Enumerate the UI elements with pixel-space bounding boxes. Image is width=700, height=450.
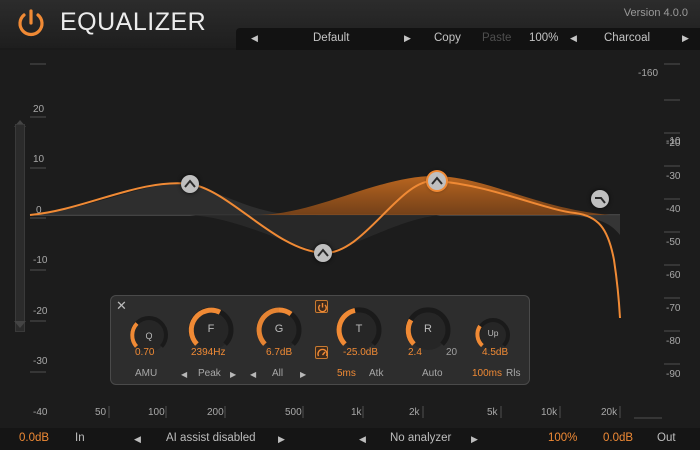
right-scale-label: -90 — [666, 369, 681, 380]
input-label: In — [75, 432, 85, 444]
left-scale-label: 0 — [36, 205, 42, 216]
preset-name[interactable]: Default — [313, 32, 349, 44]
ai-prev-arrow-icon[interactable]: ◀ — [134, 434, 141, 445]
zoom-level[interactable]: 100% — [529, 32, 558, 44]
band-2-handle[interactable] — [314, 244, 332, 262]
ai-next-arrow-icon[interactable]: ▶ — [278, 434, 285, 445]
gain-letter: G — [274, 323, 284, 335]
left-scale-label: -30 — [33, 356, 48, 367]
freq-label: 2k — [409, 407, 420, 418]
right-scale-label: -50 — [666, 237, 681, 248]
gain-value[interactable]: 6.7dB — [266, 347, 292, 358]
freq-label: 500 — [285, 407, 302, 418]
theme-name[interactable]: Charcoal — [604, 32, 650, 44]
ratio-max-label: 20 — [446, 347, 458, 358]
theme-prev-arrow-icon[interactable]: ◀ — [570, 33, 577, 44]
app-title: EQUALIZER — [60, 8, 207, 36]
band-panel: ✕ Q 0.70 AMU F 2394Hz ◀ Peak ▶ G 6.7dB ◀ — [110, 295, 530, 385]
freq-label: 10k — [541, 407, 558, 418]
peak-shape-icon — [317, 248, 329, 257]
right-scale-label: -40 — [666, 204, 681, 215]
preset-prev-arrow-icon[interactable]: ◀ — [251, 33, 258, 44]
dynamics-gauge-icon[interactable] — [315, 346, 328, 359]
frequency-letter: F — [207, 323, 215, 335]
dynamics-power-icon[interactable] — [315, 300, 328, 313]
channel-next-arrow-icon[interactable]: ▶ — [300, 370, 306, 379]
power-icon[interactable] — [15, 8, 47, 38]
theme-next-arrow-icon[interactable]: ▶ — [682, 33, 689, 44]
band-1-handle[interactable] — [181, 175, 199, 193]
output-label: Out — [657, 432, 676, 444]
ai-assist-status[interactable]: AI assist disabled — [166, 432, 256, 444]
paste-button[interactable]: Paste — [482, 32, 511, 44]
peak-shape-icon — [431, 176, 443, 185]
preset-next-arrow-icon[interactable]: ▶ — [404, 33, 411, 44]
attack-label: Atk — [369, 368, 384, 379]
left-scale-label: 10 — [33, 154, 45, 165]
range-slider[interactable] — [15, 124, 25, 332]
copy-button[interactable]: Copy — [434, 32, 461, 44]
channel-mode[interactable]: All — [272, 368, 283, 379]
filter-mode[interactable]: Peak — [198, 368, 221, 379]
freq-label: 200 — [207, 407, 224, 418]
band-4-handle[interactable] — [591, 190, 609, 208]
right-scale-label: -70 — [666, 303, 681, 314]
band-3-handle-selected[interactable] — [428, 172, 446, 190]
input-gain-value[interactable]: 0.0dB — [19, 432, 49, 444]
mode-prev-arrow-icon[interactable]: ◀ — [181, 370, 187, 379]
output-gain-value[interactable]: 0.0dB — [603, 432, 633, 444]
left-scale-label: -10 — [33, 255, 48, 266]
q-value[interactable]: 0.70 — [135, 347, 154, 358]
header: EQUALIZER Version 4.0.0 ◀ Default ▶ Copy… — [0, 0, 700, 50]
upward-value[interactable]: 4.5dB — [482, 347, 508, 358]
q-letter: Q — [145, 331, 153, 341]
range-down-arrow-icon[interactable] — [14, 321, 26, 328]
analyzer-prev-arrow-icon[interactable]: ◀ — [359, 434, 366, 445]
mix-value[interactable]: 100% — [548, 432, 577, 444]
freq-label: 1k — [351, 407, 362, 418]
right-scale-label: -30 — [666, 171, 681, 182]
footer: 0.0dB In ◀ AI assist disabled ▶ ◀ No ana… — [0, 428, 700, 450]
peak-shape-icon — [184, 179, 196, 188]
right-scale-label: -80 — [666, 336, 681, 347]
threshold-letter: T — [355, 323, 363, 335]
analyzer-mode[interactable]: No analyzer — [390, 432, 451, 444]
upward-letter: Up — [487, 328, 499, 338]
analyzer-next-arrow-icon[interactable]: ▶ — [471, 434, 478, 445]
right-scale-label: -20 — [666, 138, 681, 149]
high-cut-shape-icon — [595, 197, 606, 204]
band-1-area — [30, 183, 320, 216]
freq-label: 20k — [601, 407, 618, 418]
right-scale-label: -160 — [638, 68, 659, 79]
channel-prev-arrow-icon[interactable]: ◀ — [250, 370, 256, 379]
preset-bar: ◀ Default ▶ Copy Paste 100% ◀ Charcoal ▶ — [236, 28, 700, 50]
left-scale-label: -20 — [33, 306, 48, 317]
threshold-value[interactable]: -25.0dB — [343, 347, 378, 358]
frequency-value[interactable]: 2394Hz — [191, 347, 225, 358]
amu-label[interactable]: AMU — [135, 368, 157, 379]
attack-value[interactable]: 5ms — [337, 368, 356, 379]
freq-label: 100 — [148, 407, 165, 418]
freq-label: 50 — [95, 407, 107, 418]
release-value[interactable]: 100ms — [472, 368, 502, 379]
release-label: Rls — [506, 368, 521, 379]
ratio-mode[interactable]: Auto — [422, 368, 443, 379]
ratio-letter: R — [424, 323, 432, 335]
freq-label: 5k — [487, 407, 498, 418]
left-scale-label: -40 — [33, 407, 48, 418]
ratio-value[interactable]: 2.4 — [408, 347, 422, 358]
close-icon[interactable]: ✕ — [116, 298, 127, 314]
mode-next-arrow-icon[interactable]: ▶ — [230, 370, 236, 379]
left-scale-label: 20 — [33, 104, 45, 115]
right-scale-label: -60 — [666, 270, 681, 281]
version-label: Version 4.0.0 — [623, 7, 688, 19]
